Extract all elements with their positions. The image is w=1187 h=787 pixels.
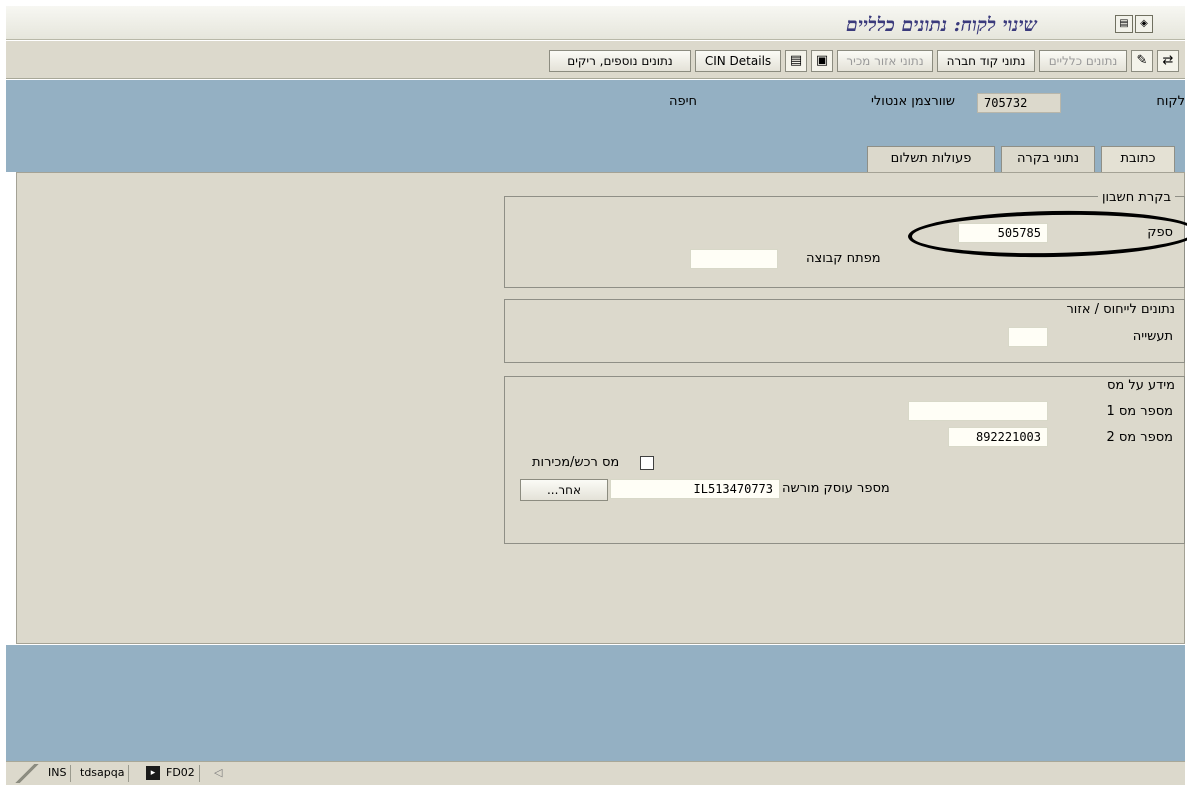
transaction-icon: ▸ — [146, 766, 160, 780]
group-key-field[interactable] — [690, 249, 778, 269]
tax-number-1-field[interactable] — [908, 401, 1048, 421]
customize-layout-icon[interactable]: ◈ — [1135, 15, 1153, 33]
document-copy-icon[interactable]: ▤ — [785, 50, 807, 72]
account-control-title: בקרת חשבון — [1097, 190, 1175, 205]
customer-label: לקוח — [1156, 94, 1185, 109]
tab-control-data[interactable]: נתוני בקרה — [1001, 146, 1095, 172]
display-change-icon[interactable]: ⇄ — [1157, 50, 1179, 72]
other-button[interactable]: אחר... — [520, 479, 608, 501]
sales-area-data-button[interactable]: נתוני אזור מכיר — [837, 50, 933, 72]
customer-city: חיפה — [668, 94, 697, 109]
general-data-button[interactable]: נתונים כלליים — [1039, 50, 1127, 72]
company-code-data-button[interactable]: נתוני קוד חברה — [937, 50, 1035, 72]
edit-pencil-icon[interactable]: ✎ — [1131, 50, 1153, 72]
status-transaction: FD02 — [162, 765, 200, 782]
layout-menu-icon[interactable]: ▤ — [1115, 15, 1133, 33]
vendor-field[interactable]: 505785 — [958, 223, 1048, 243]
account-control-group — [504, 196, 1185, 288]
tab-address[interactable]: כתובת — [1101, 146, 1175, 173]
page-title: שינוי לקוח: נתונים כלליים — [845, 14, 1037, 36]
vat-registration-field[interactable]: IL513470773 — [610, 479, 780, 499]
vat-registration-label: מספר עוסק מורשה — [782, 481, 890, 496]
tax-number-2-field[interactable]: 892221003 — [948, 427, 1048, 447]
status-bar: INS tdsapqa ▸ FD02 ◁ — [6, 761, 1185, 785]
document-save-icon[interactable]: ▣ — [811, 50, 833, 72]
status-insert-mode: INS — [44, 765, 72, 782]
application-toolbar: ⇄ ✎ נתונים כלליים נתוני קוד חברה נתוני א… — [6, 41, 1185, 79]
title-bar: ▤ ◈ שינוי לקוח: נתונים כלליים — [6, 6, 1185, 40]
reference-data-title: נתונים לייחוס / אזור — [1066, 302, 1175, 317]
tax-number-2-label: מספר מס 2 — [1106, 430, 1173, 445]
tab-payment-transactions[interactable]: פעולות תשלום — [867, 146, 995, 172]
status-collapse-arrow-icon[interactable]: ◁ — [214, 766, 222, 779]
purchase-sales-tax-label: מס רכש/מכירות — [532, 455, 620, 470]
customer-name: שוורצמן אנטולי — [870, 94, 955, 109]
cin-details-button[interactable]: CIN Details — [695, 50, 781, 72]
bottom-background — [6, 645, 1185, 761]
status-resize-grip-icon — [12, 764, 42, 783]
additional-data-empties-button[interactable]: נתונים נוספים, ריקים — [549, 50, 691, 72]
status-system: tdsapqa — [76, 765, 130, 782]
tax-info-title: מידע על מס — [1106, 378, 1175, 393]
customer-number-field: 705732 — [977, 93, 1061, 113]
purchase-sales-tax-checkbox[interactable] — [640, 456, 654, 470]
vendor-label: ספק — [1147, 225, 1173, 240]
group-key-label: מפתח קבוצה — [806, 251, 881, 266]
tax-number-1-label: מספר מס 1 — [1106, 404, 1173, 419]
industry-label: תעשייה — [1132, 329, 1173, 344]
industry-field[interactable] — [1008, 327, 1048, 347]
